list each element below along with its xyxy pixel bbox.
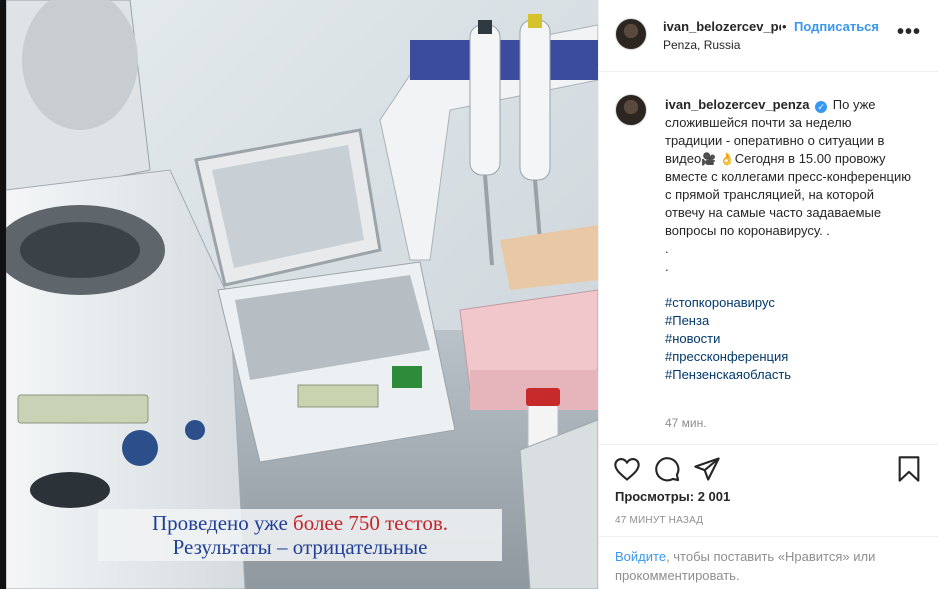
caption-prefix: Проведено уже [152,511,294,535]
video-left-edge [0,0,6,589]
share-icon[interactable] [693,455,721,483]
caption-comment: ivan_belozercev_penza ✓ По уже сложившей… [599,72,938,444]
comment-timestamp[interactable]: 47 мин. [665,416,707,430]
hashtag-link[interactable]: #Пензенскаяобласть [665,366,911,384]
caption-line-1: Проведено уже более 750 тестов. [98,511,502,535]
hashtag-link[interactable]: #стопкоронавирус [665,294,911,312]
hashtag-link[interactable]: #новости [665,330,911,348]
post-timestamp[interactable]: 47 МИНУТ НАЗАД [615,515,703,526]
caption-highlight: более 750 тестов. [293,511,448,535]
hashtag-link[interactable]: #Пенза [665,312,911,330]
heart-icon[interactable] [613,455,641,483]
ellipsis-icon[interactable]: ••• [897,22,921,42]
login-link[interactable]: Войдите [615,549,666,564]
camera-emoji: 🎥 [701,152,717,166]
post-video[interactable]: Проведено уже более 750 тестов. Результа… [0,0,598,589]
login-prompt: Войдите, чтобы поставить «Нравится» или … [599,536,938,589]
action-bar: Просмотры: 2 001 47 МИНУТ НАЗАД [599,444,938,536]
post-side-panel: ivan_belozercev_penza • Подписаться Penz… [598,0,938,589]
location-link[interactable]: Penza, Russia [663,38,740,52]
avatar[interactable] [615,18,647,50]
verified-badge-icon: ✓ [815,101,828,113]
dot-line-2: . [665,259,669,274]
hashtag-list: #стопкоронавирус #Пенза #новости #пресск… [665,294,911,384]
view-count[interactable]: Просмотры: 2 001 [615,489,730,504]
caption-line-2: Результаты – отрицательные [172,535,428,559]
author-avatar[interactable] [615,94,647,126]
author-username[interactable]: ivan_belozercev_penza [665,97,810,112]
separator-dot: • [782,19,787,34]
follow-button[interactable]: Подписаться [794,19,879,34]
header-username[interactable]: ivan_belozercev_penza [663,19,781,34]
ok-hand-emoji: 👌 [719,152,735,166]
caption-text: ivan_belozercev_penza ✓ По уже сложившей… [665,96,911,384]
bookmark-icon[interactable] [895,455,923,483]
video-caption: Проведено уже более 750 тестов. Результа… [98,509,502,561]
post-header: ivan_belozercev_penza • Подписаться Penz… [599,0,938,72]
hashtag-link[interactable]: #прессконференция [665,348,911,366]
lab-scene-image [0,0,598,589]
comment-icon[interactable] [653,455,681,483]
dot-line-1: . [665,241,669,256]
